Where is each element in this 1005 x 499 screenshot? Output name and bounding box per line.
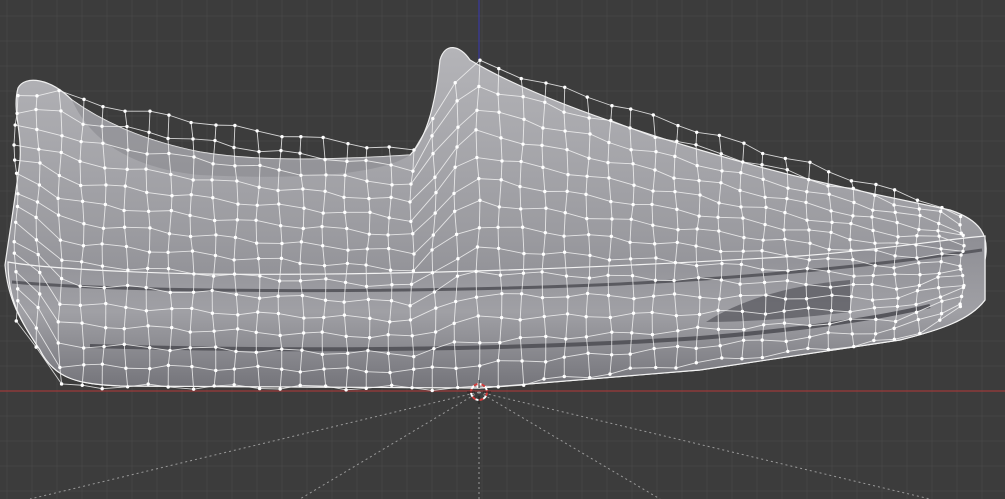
shoe-mesh[interactable]	[4, 47, 987, 393]
camera-frustum-lines	[29, 391, 931, 499]
3d-viewport[interactable]	[0, 0, 1005, 499]
